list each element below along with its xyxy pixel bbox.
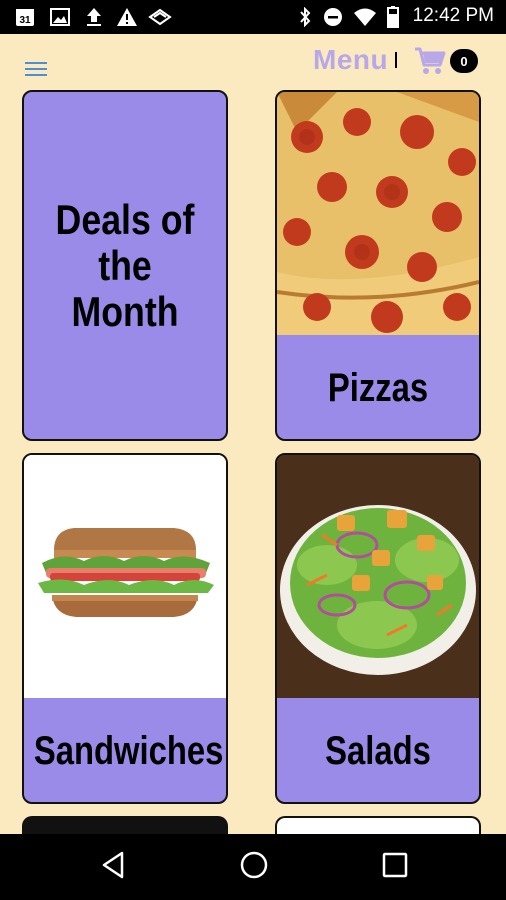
category-card-pizzas[interactable]: Pizzas xyxy=(275,90,481,441)
category-label: Sandwiches xyxy=(33,728,224,773)
category-label: Pizzas xyxy=(327,365,429,410)
do-not-disturb-icon xyxy=(322,6,344,28)
category-card-sandwiches[interactable]: Sandwiches xyxy=(22,453,228,804)
bluetooth-icon xyxy=(296,6,314,28)
battery-icon xyxy=(384,6,402,28)
app-header: Menu 0 xyxy=(0,34,506,90)
cart-count-badge[interactable]: 0 xyxy=(450,49,478,73)
home-icon[interactable] xyxy=(239,850,269,885)
calendar-icon: 31 xyxy=(14,6,36,28)
category-card-deals[interactable]: Deals of the Month xyxy=(22,90,228,441)
navigation-bar xyxy=(0,834,506,900)
warning-icon xyxy=(115,6,139,28)
image-icon xyxy=(49,6,71,28)
upload-icon xyxy=(83,6,105,28)
back-icon[interactable] xyxy=(100,850,126,885)
recents-icon[interactable] xyxy=(382,850,408,885)
category-card-salads[interactable]: Salads xyxy=(275,453,481,804)
status-time: 12:42 PM xyxy=(412,5,494,26)
menu-title[interactable]: Menu xyxy=(313,44,388,76)
pepperoni-pizza-photo xyxy=(277,92,479,335)
status-bar: 31 12:42 PM xyxy=(0,0,506,34)
cast-icon xyxy=(147,6,173,28)
salad-photo xyxy=(277,455,479,698)
sandwich-photo xyxy=(24,455,226,698)
header-divider xyxy=(395,52,397,68)
category-label: Deals of the Month xyxy=(55,195,195,335)
hamburger-icon[interactable] xyxy=(25,62,47,78)
wifi-icon xyxy=(352,6,378,28)
svg-text:31: 31 xyxy=(19,15,31,26)
cart-icon[interactable] xyxy=(414,46,446,76)
category-label: Salads xyxy=(325,728,431,773)
